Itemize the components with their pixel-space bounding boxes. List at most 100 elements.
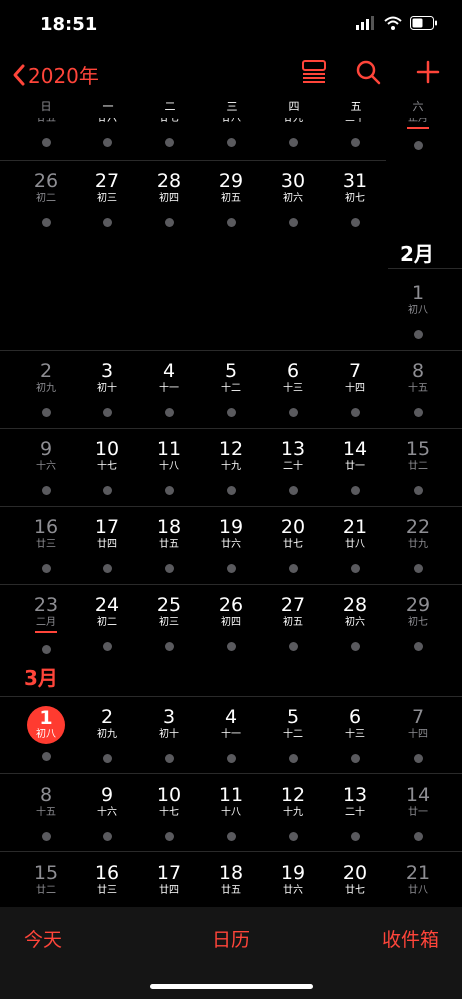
- day-cell[interactable]: 廿八: [205, 118, 257, 147]
- day-cell[interactable]: 13 二十: [329, 784, 381, 841]
- day-cell[interactable]: 16 廿三: [81, 862, 133, 907]
- day-cell[interactable]: 22 廿九: [392, 516, 444, 573]
- lunar-date: 廿六: [97, 118, 117, 124]
- day-cell[interactable]: 31 初七: [329, 170, 381, 227]
- lunar-date: 廿九: [283, 118, 303, 124]
- lunar-date: 廿二: [36, 885, 56, 896]
- day-cell[interactable]: 廿九: [267, 118, 319, 147]
- calendar-grid: 2月 3月 廿五 廿六 廿七 廿八 廿九 三十 正月 26 初二 27 初三 28 初四 29 初五 30 初六…: [0, 118, 462, 907]
- day-cell[interactable]: 12 十九: [267, 784, 319, 841]
- day-cell[interactable]: 28 初六: [329, 594, 381, 651]
- event-dot: [102, 564, 112, 573]
- status-icons: [356, 16, 438, 30]
- day-cell[interactable]: 10 十七: [81, 438, 133, 495]
- day-cell[interactable]: 28 初四: [143, 170, 195, 227]
- day-cell[interactable]: 21 廿八: [392, 862, 444, 907]
- day-cell[interactable]: 29 初七: [392, 594, 444, 651]
- day-cell[interactable]: 15 廿二: [20, 862, 72, 907]
- day-cell[interactable]: 廿六: [81, 118, 133, 147]
- lunar-date: 初四: [159, 193, 179, 204]
- day-cell[interactable]: 15 廿二: [392, 438, 444, 495]
- calendars-button[interactable]: 日历: [212, 925, 250, 952]
- search-button[interactable]: [354, 58, 382, 90]
- day-cell[interactable]: 2 初九: [20, 360, 72, 417]
- event-dot: [350, 486, 360, 495]
- day-cell[interactable]: 7 十四: [392, 706, 444, 763]
- day-cell[interactable]: 廿五: [20, 118, 72, 147]
- day-cell[interactable]: 8 十五: [20, 784, 72, 841]
- month-label-feb: 2月: [400, 242, 434, 266]
- day-cell[interactable]: 10 十七: [143, 784, 195, 841]
- day-cell[interactable]: 7 十四: [329, 360, 381, 417]
- day-number: 11: [156, 438, 182, 460]
- day-number: 22: [405, 516, 431, 538]
- day-number: 16: [33, 516, 59, 538]
- wifi-icon: [384, 16, 402, 30]
- day-cell[interactable]: 29 初五: [205, 170, 257, 227]
- day-cell[interactable]: 3 初十: [81, 360, 133, 417]
- day-cell[interactable]: 18 廿五: [143, 516, 195, 573]
- list-view-button[interactable]: [300, 58, 328, 90]
- day-number: 19: [218, 516, 244, 538]
- status-bar: 18:51: [0, 0, 462, 50]
- day-cell[interactable]: 16 廿三: [20, 516, 72, 573]
- day-cell[interactable]: 9 十六: [20, 438, 72, 495]
- day-cell[interactable]: 27 初五: [267, 594, 319, 651]
- day-cell[interactable]: 17 廿四: [81, 516, 133, 573]
- event-dot: [350, 754, 360, 763]
- day-number: 13: [342, 784, 368, 806]
- day-cell[interactable]: 1 初八: [392, 282, 444, 339]
- day-cell[interactable]: 3 初十: [143, 706, 195, 763]
- day-cell[interactable]: 14 廿一: [329, 438, 381, 495]
- event-dot: [413, 832, 423, 841]
- day-cell[interactable]: 廿七: [143, 118, 195, 147]
- day-cell[interactable]: 11 十八: [143, 438, 195, 495]
- day-number: 17: [94, 516, 120, 538]
- day-cell[interactable]: 11 十八: [205, 784, 257, 841]
- day-cell[interactable]: 5 十二: [205, 360, 257, 417]
- back-button[interactable]: 2020年: [12, 60, 99, 89]
- day-cell[interactable]: 18 廿五: [205, 862, 257, 907]
- day-cell[interactable]: 20 廿七: [267, 516, 319, 573]
- weekday-label: 一: [102, 100, 114, 113]
- chevron-left-icon: [13, 64, 25, 85]
- day-cell[interactable]: 4 十一: [205, 706, 257, 763]
- day-number: 26: [218, 594, 244, 616]
- day-cell[interactable]: 19 廿六: [205, 516, 257, 573]
- day-cell[interactable]: 三十: [329, 118, 381, 147]
- day-number: 30: [280, 170, 306, 192]
- weekday-label: 三: [226, 100, 238, 113]
- day-cell[interactable]: 9 十六: [81, 784, 133, 841]
- day-cell[interactable]: 2 初九: [81, 706, 133, 763]
- day-cell[interactable]: 26 初四: [205, 594, 257, 651]
- lunar-date: 廿六: [283, 885, 303, 896]
- lunar-date: 二十: [345, 807, 365, 818]
- day-cell[interactable]: 6 十三: [267, 360, 319, 417]
- day-cell[interactable]: 20 廿七: [329, 862, 381, 907]
- day-cell[interactable]: 14 廿一: [392, 784, 444, 841]
- day-cell[interactable]: 25 初三: [143, 594, 195, 651]
- day-cell[interactable]: 19 廿六: [267, 862, 319, 907]
- today-button[interactable]: 今天: [24, 925, 62, 952]
- day-number: 4: [224, 706, 238, 728]
- event-dot: [226, 642, 236, 651]
- day-cell[interactable]: 12 十九: [205, 438, 257, 495]
- day-cell[interactable]: 23 二月: [20, 594, 72, 654]
- day-cell[interactable]: 4 十一: [143, 360, 195, 417]
- day-cell[interactable]: 26 初二: [20, 170, 72, 227]
- day-cell[interactable]: 27 初三: [81, 170, 133, 227]
- inbox-button[interactable]: 收件箱: [382, 925, 439, 952]
- day-cell[interactable]: 24 初二: [81, 594, 133, 651]
- day-cell[interactable]: 6 十三: [329, 706, 381, 763]
- day-cell[interactable]: 21 廿八: [329, 516, 381, 573]
- day-cell[interactable]: 17 廿四: [143, 862, 195, 907]
- day-number: 15: [33, 862, 59, 884]
- day-cell[interactable]: 30 初六: [267, 170, 319, 227]
- day-cell[interactable]: 8 十五: [392, 360, 444, 417]
- event-dot: [350, 832, 360, 841]
- day-cell-today[interactable]: 1 初八: [20, 706, 72, 761]
- day-cell[interactable]: 5 十二: [267, 706, 319, 763]
- add-event-button[interactable]: [414, 58, 442, 90]
- day-cell[interactable]: 13 二十: [267, 438, 319, 495]
- day-cell[interactable]: 正月: [392, 118, 444, 150]
